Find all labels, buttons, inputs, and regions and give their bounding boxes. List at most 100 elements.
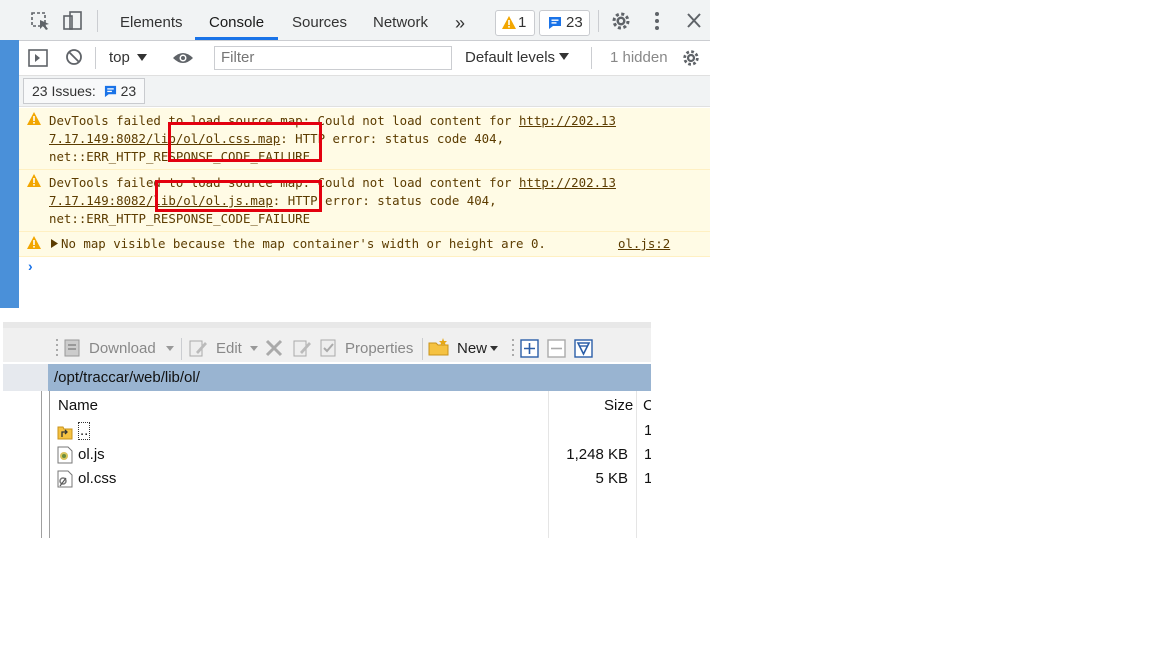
message-text: DevTools failed to load source map: Coul… [49,174,689,228]
warnings-count: 1 [518,14,527,31]
issues-count: 23 [120,83,137,99]
column-header-size[interactable]: Size [604,397,633,414]
dropdown-arrow-icon [559,53,569,60]
file-size: 5 KB [595,470,628,487]
console-toolbar: top Default levels 1 hidden [19,41,710,76]
source-location-link[interactable]: ol.js:2 [618,236,670,251]
dropdown-arrow-icon [250,346,258,351]
devtools-panel: Elements Console Sources Network » 1 23 [0,0,710,308]
delete-icon[interactable] [265,339,283,357]
file-changed: 1, [644,422,651,439]
messages-count: 23 [566,14,583,31]
device-toolbar-icon[interactable] [62,11,84,31]
file-name: ol.js [78,446,105,463]
dropdown-arrow-icon [490,346,498,351]
path-bar[interactable]: /opt/traccar/web/lib/ol/ [48,364,651,391]
download-button[interactable]: Download [89,338,156,360]
warnings-badge[interactable]: 1 [495,10,535,36]
parent-directory-icon [57,426,73,440]
file-list: Name Size C .. 1, ol.js 1,248 KB 1, ol.c… [49,391,651,538]
issues-bar: 23 Issues: 23 [19,76,710,107]
message-text: DevTools failed to load source map: Coul… [49,112,689,166]
file-row[interactable]: ol.css 5 KB 1, [50,467,651,491]
console-settings-icon[interactable] [681,48,701,68]
css-file-icon [57,470,73,488]
file-manager-panel: Download Edit Properties New /opt/tracca… [3,322,651,538]
file-name: .. [78,422,91,440]
file-changed: 1, [644,470,651,487]
filter-input[interactable] [214,46,452,70]
console-warning-message: DevTools failed to load source map: Coul… [19,108,710,170]
console-warning-message: DevTools failed to load source map: Coul… [19,170,710,232]
new-button[interactable]: New [457,338,487,360]
rename-icon[interactable] [292,338,312,358]
column-header-name[interactable]: Name [58,397,98,414]
tab-network[interactable]: Network [373,0,428,40]
kebab-menu-icon[interactable] [646,11,668,31]
more-tabs-button[interactable]: » [455,0,465,40]
javascript-file-icon [57,446,73,464]
warning-icon [27,174,41,187]
message-icon [104,85,116,98]
highlight-box [155,180,322,212]
download-icon [64,339,80,357]
highlight-box [168,122,322,162]
left-pane-header [3,364,48,391]
sidebar-toggle-icon[interactable] [28,49,48,67]
hidden-count: 1 hidden [610,49,668,66]
edit-icon [189,340,207,357]
issues-label: 23 Issues: [32,83,96,99]
source-map-link[interactable]: http://202.13 [519,113,616,128]
file-row-parent[interactable]: .. 1, [50,419,651,443]
expand-all-icon[interactable] [520,339,539,358]
divider [422,338,423,360]
tab-sources[interactable]: Sources [292,0,347,40]
clear-console-icon[interactable] [65,48,83,66]
file-toolbar: Download Edit Properties New [3,322,651,362]
message-text: No map visible because the map container… [61,236,546,251]
clipped-toolbar-row [3,322,651,328]
active-tab-indicator [195,37,278,40]
toolbar-grip [512,339,514,356]
file-size: 1,248 KB [566,446,628,463]
eye-icon[interactable] [172,50,194,66]
file-name: ol.css [78,470,117,487]
warning-icon [27,112,41,125]
messages-badge[interactable]: 23 [539,10,590,36]
settings-gear-icon[interactable] [610,11,632,31]
log-levels-dropdown[interactable]: Default levels [465,49,555,66]
message-line: net::ERR_HTTP_RESPONSE_CODE_FAILURE [49,211,311,226]
expand-triangle-icon[interactable] [51,239,58,248]
left-edge-bar [0,40,19,308]
file-row[interactable]: ol.js 1,248 KB 1, [50,443,651,467]
divider [95,47,96,69]
divider [97,10,98,32]
dropdown-arrow-icon [137,54,147,61]
new-folder-icon [428,338,449,356]
tab-elements[interactable]: Elements [120,0,183,40]
filter-icon[interactable] [574,339,593,358]
warning-icon [502,16,516,29]
column-header-changed[interactable]: C [643,397,651,414]
close-icon[interactable] [683,11,705,31]
properties-icon [320,339,336,357]
edit-button[interactable]: Edit [216,338,242,360]
console-prompt[interactable]: › [28,258,33,274]
tab-console[interactable]: Console [209,0,264,40]
devtools-tab-bar: Elements Console Sources Network » 1 23 [0,0,710,41]
warning-icon [27,236,41,249]
file-changed: 1, [644,446,651,463]
inspect-element-icon[interactable] [30,11,52,31]
divider [598,10,599,32]
properties-button[interactable]: Properties [345,338,413,360]
message-icon [549,17,561,29]
context-selector[interactable]: top [109,49,130,66]
issues-button[interactable]: 23 Issues: 23 [23,78,146,104]
divider [181,338,182,360]
source-map-link[interactable]: http://202.13 [519,175,616,190]
divider [591,47,592,69]
left-pane-border [41,391,42,538]
dropdown-arrow-icon [166,346,174,351]
toolbar-grip [56,339,58,356]
collapse-all-icon[interactable] [547,339,566,358]
